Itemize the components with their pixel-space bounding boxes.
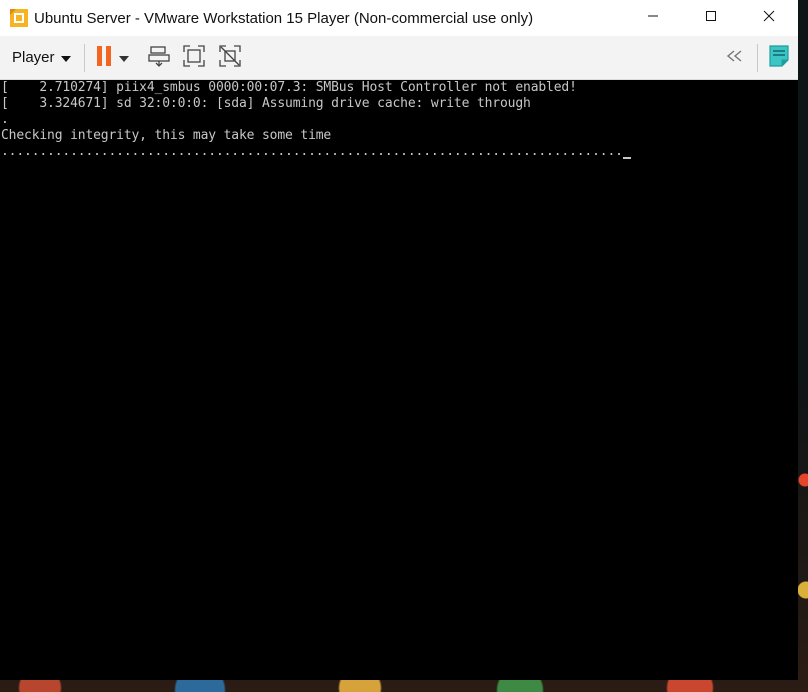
toolbar-separator xyxy=(84,44,85,72)
message-log-button[interactable] xyxy=(766,44,792,73)
vmware-app-icon xyxy=(9,8,29,28)
chevron-down-icon xyxy=(60,49,71,66)
send-ctrl-alt-del-button[interactable] xyxy=(146,45,172,71)
full-screen-icon xyxy=(182,44,206,73)
collapse-toolbar-icon xyxy=(724,49,746,68)
message-log-icon xyxy=(767,44,791,73)
minimize-icon xyxy=(647,9,659,27)
minimize-button[interactable] xyxy=(624,0,682,36)
vm-console-screen[interactable]: [ 2.710274] piix4_smbus 0000:00:07.3: SM… xyxy=(0,80,798,680)
maximize-icon xyxy=(705,9,717,27)
window-controls xyxy=(624,0,798,36)
text-cursor xyxy=(622,157,631,159)
console-progress-line: ........................................… xyxy=(1,144,798,160)
console-line: Checking integrity, this may take some t… xyxy=(1,128,332,143)
dropdown-arrow-icon xyxy=(119,49,129,67)
player-toolbar: Player xyxy=(0,36,798,80)
vmware-player-window: Ubuntu Server - VMware Workstation 15 Pl… xyxy=(0,0,798,680)
unity-icon xyxy=(218,44,242,73)
close-icon xyxy=(763,9,775,27)
send-ctrl-alt-del-icon xyxy=(147,44,171,73)
full-screen-button[interactable] xyxy=(181,44,207,73)
pause-button[interactable] xyxy=(91,45,117,71)
console-line: [ 2.710274] piix4_smbus 0000:00:07.3: SM… xyxy=(1,80,577,95)
console-line: [ 3.324671] sd 32:0:0:0: [sda] Assuming … xyxy=(1,96,531,111)
player-menu-button[interactable]: Player xyxy=(6,43,77,71)
player-menu-label: Player xyxy=(12,48,55,66)
collapse-toolbar-button[interactable] xyxy=(722,45,748,71)
progress-dots: ........................................… xyxy=(1,144,623,159)
pause-icon xyxy=(94,45,114,72)
power-options-dropdown[interactable] xyxy=(116,45,132,71)
close-button[interactable] xyxy=(740,0,798,36)
toolbar-separator xyxy=(757,44,758,72)
title-bar[interactable]: Ubuntu Server - VMware Workstation 15 Pl… xyxy=(0,0,798,36)
maximize-button[interactable] xyxy=(682,0,740,36)
console-line: . xyxy=(1,112,9,127)
window-title: Ubuntu Server - VMware Workstation 15 Pl… xyxy=(34,9,534,27)
unity-button[interactable] xyxy=(217,44,243,73)
